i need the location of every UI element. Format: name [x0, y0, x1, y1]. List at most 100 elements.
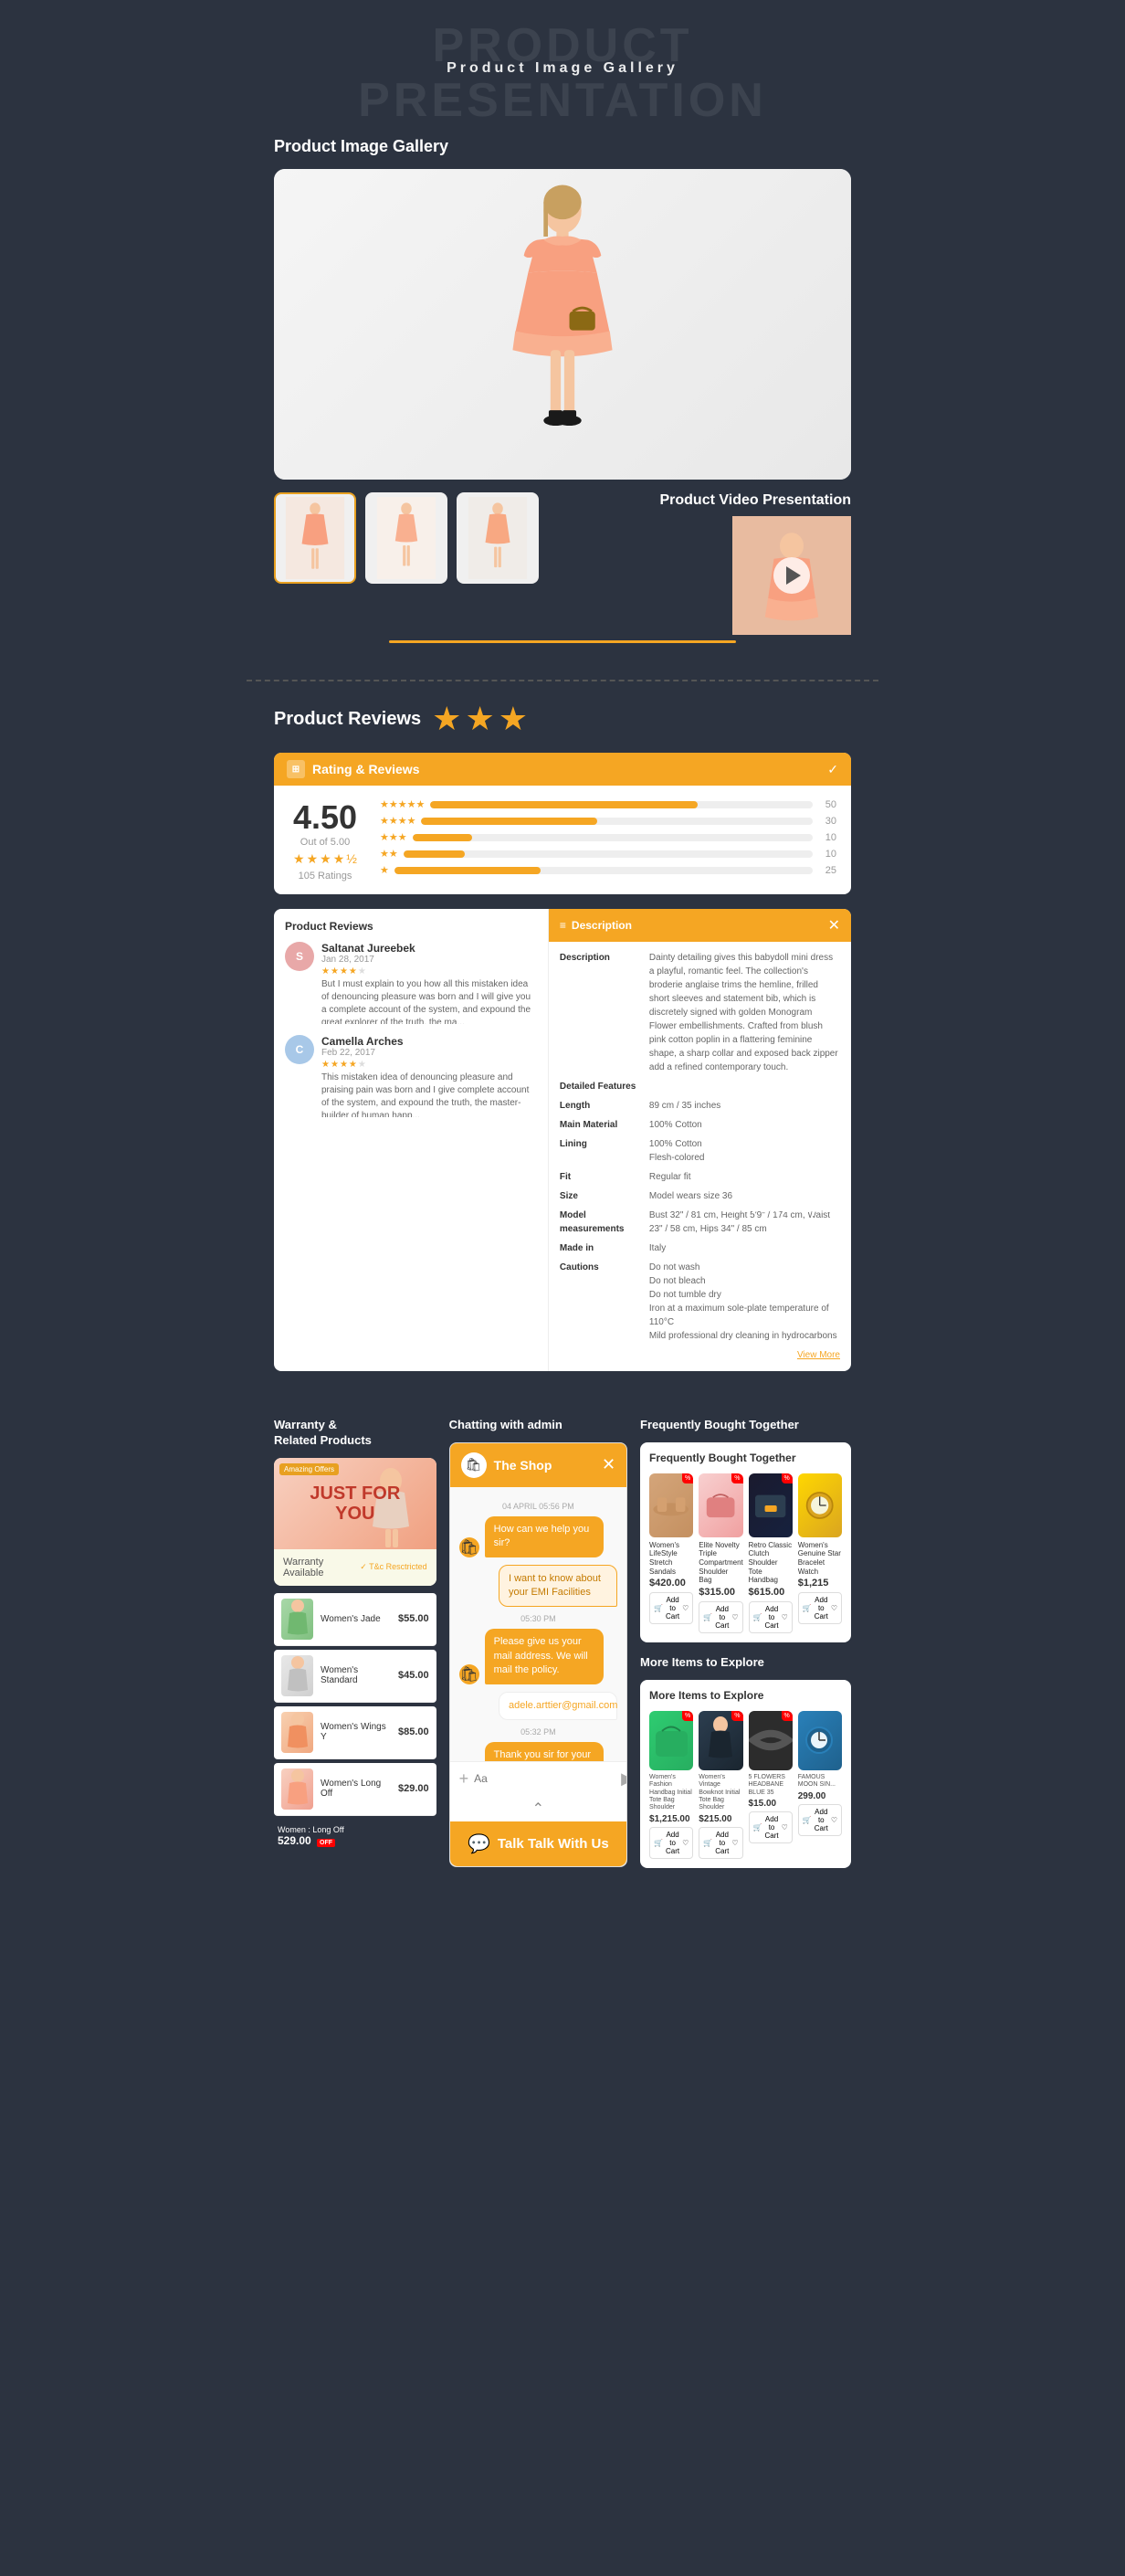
view-more-link[interactable]: View More [560, 1348, 840, 1362]
desc-length-value: 89 cm / 35 inches [649, 1099, 720, 1113]
desc-size-label: Size [560, 1189, 642, 1203]
chat-header: 🛍 The Shop ✕ [450, 1443, 626, 1487]
desc-lining-label: Lining [560, 1137, 642, 1165]
r2-star-2: ★ [331, 1060, 339, 1070]
related-item-4[interactable]: Women's Long Off $29.00 [274, 1763, 436, 1816]
more-cart-icon-4: 🛒 [803, 1816, 812, 1824]
gallery-title: Product Image Gallery [274, 137, 851, 156]
freq-product-price-4: $1,215 [798, 1578, 842, 1589]
freq-product-img-1: % [649, 1473, 693, 1537]
freq-badge-1: % [682, 1473, 693, 1483]
bar-track-4 [421, 818, 813, 825]
play-triangle-icon [786, 566, 801, 585]
thumbnail-3[interactable] [457, 492, 539, 584]
freq-product-price-3: $615.00 [749, 1587, 793, 1598]
related-thumb-1 [281, 1599, 313, 1640]
bar-row-3: ★★★ 10 [380, 831, 836, 843]
bar-row-1: ★ 25 [380, 864, 836, 876]
review-stars-large: ★ ★ ★ [432, 700, 528, 738]
section-divider [247, 680, 878, 681]
desc-size-value: Model wears size 36 [649, 1189, 732, 1203]
related-item-1[interactable]: Women's Jade $55.00 [274, 1593, 436, 1646]
warranty-info: Warranty Available ✓ T&c Resctricted [274, 1549, 436, 1586]
thumbnail-2[interactable] [365, 492, 447, 584]
bar-stars-4: ★★★★ [380, 815, 415, 827]
related-thumb-2 [281, 1655, 313, 1696]
desc-material-label: Main Material [560, 1118, 642, 1132]
bar-stars-3: ★★★ [380, 831, 407, 843]
more-badge-1: % [682, 1711, 693, 1721]
warranty-link[interactable]: ✓ T&c Resctricted [360, 1562, 426, 1572]
desc-lining-value: 100% CottonFlesh-colored [649, 1137, 705, 1165]
warranty-value: Available [283, 1568, 323, 1578]
chat-row-admin-3: 🛍 Thank you sir for your interest. [459, 1742, 617, 1761]
more-product-img-3: % [749, 1711, 793, 1770]
chat-plus-icon[interactable]: + [459, 1769, 469, 1789]
chat-send-icon[interactable]: ▶ [621, 1769, 627, 1789]
video-thumbnail[interactable] [732, 516, 851, 635]
description-pane: ≡ Description ✕ Description Dainty detai… [549, 909, 851, 1371]
add-to-cart-4[interactable]: 🛒 Add to Cart ♡ [798, 1592, 842, 1624]
bottom-grid: Warranty & Related Products Amazing Offe… [247, 1418, 878, 1895]
related-name-1: Women's Jade [321, 1614, 391, 1624]
desc-features-label: Detailed Features [560, 1080, 642, 1093]
related-price-2: $45.00 [398, 1670, 429, 1681]
more-add-cart-2[interactable]: 🛒 Add to Cart ♡ [699, 1827, 742, 1859]
freq-product-name-4: Women's Genuine Star Bracelet Watch [798, 1541, 842, 1576]
freq-product-price-2: $315.00 [699, 1587, 742, 1598]
cart-icon-3: 🛒 [753, 1613, 762, 1621]
video-section: Product Video Presentation [659, 492, 851, 635]
chat-close-button[interactable]: ✕ [602, 1455, 615, 1474]
chat-bubble-user-1: I want to know about your EMI Facilities [499, 1565, 617, 1608]
desc-close-icon[interactable]: ✕ [828, 916, 840, 934]
more-wish-4: ♡ [831, 1816, 837, 1824]
bar-count-3: 10 [818, 832, 836, 843]
rating-header-icon: ✓ [827, 762, 838, 777]
r2-star-3: ★ [340, 1060, 348, 1070]
desc-material-value: 100% Cotton [649, 1118, 702, 1132]
chat-input[interactable] [474, 1772, 615, 1785]
more-add-cart-4[interactable]: 🛒 Add to Cart ♡ [798, 1804, 842, 1836]
related-item-3[interactable]: Women's Wings Y $85.00 [274, 1706, 436, 1759]
add-to-cart-label-2: Add to Cart [715, 1605, 729, 1630]
watermark-container: PRODUCT PRESENTATION Product Image Galle… [247, 0, 878, 137]
add-to-cart-1[interactable]: 🛒 Add to Cart ♡ [649, 1592, 693, 1624]
review-item-1: S Saltanat Jureebek Jan 28, 2017 ★ ★ ★ ★… [285, 942, 537, 1024]
desc-pane-body: Description Dainty detailing gives this … [549, 942, 851, 1371]
add-to-cart-2[interactable]: 🛒 Add to Cart ♡ [699, 1601, 742, 1633]
desc-cautions-label: Cautions [560, 1261, 642, 1343]
reviewer-info-2: Camella Arches Feb 22, 2017 ★ ★ ★ ★ ★ Th… [321, 1035, 537, 1117]
chat-input-row: + ▶ [450, 1761, 626, 1796]
more-add-cart-1[interactable]: 🛒 Add to Cart ♡ [649, 1827, 693, 1859]
add-to-cart-label-4: Add to Cart [815, 1596, 828, 1621]
bar-track-2 [404, 850, 813, 858]
rating-header-label: Rating & Reviews [312, 762, 419, 776]
rating-card-body: 4.50 Out of 5.00 ★ ★ ★ ★ ½ 105 Ratings ★… [274, 786, 851, 894]
combo-card: Product Reviews S Saltanat Jureebek Jan … [274, 909, 851, 1371]
add-to-cart-3[interactable]: 🛒 Add to Cart ♡ [749, 1601, 793, 1633]
warranty-col: Warranty & Related Products Amazing Offe… [274, 1418, 436, 1851]
related-item-2[interactable]: Women's Standard $45.00 [274, 1650, 436, 1703]
thumbnail-1[interactable] [274, 492, 356, 584]
product-gallery-section: Product Image Gallery [247, 137, 878, 661]
desc-measurements-row: Model measurements Bust 32" / 81 cm, Hei… [560, 1209, 840, 1236]
related-thumb-3 [281, 1712, 313, 1753]
thumbnail-strip-indicator [389, 640, 735, 643]
bar-count-5: 50 [818, 799, 836, 810]
more-cart-label-2: Add to Cart [715, 1831, 729, 1855]
cart-icon-1: 🛒 [654, 1604, 663, 1612]
more-product-2: % Women's Vintage Bowknot Initial Tote B… [699, 1711, 742, 1859]
freq-product-name-1: Women's LifeStyle Stretch Sandals [649, 1541, 693, 1576]
more-add-cart-3[interactable]: 🛒 Add to Cart ♡ [749, 1811, 793, 1843]
related-thumb-4 [281, 1768, 313, 1810]
chat-footer[interactable]: 💬 Talk Talk With Us [450, 1821, 626, 1866]
r1-star-1: ★ [321, 966, 330, 977]
reviewer-avatar-2: C [285, 1035, 314, 1064]
play-button[interactable] [773, 557, 810, 594]
related-price-1: $55.00 [398, 1613, 429, 1624]
more-items-col-title: More Items to Explore [640, 1655, 851, 1671]
score-star-2: ★ [307, 851, 319, 867]
freq-badge-3: % [782, 1473, 793, 1483]
more-product-price-2: $215.00 [699, 1814, 742, 1824]
more-product-name-4: FAMOUS MOON SIN... [798, 1774, 842, 1789]
